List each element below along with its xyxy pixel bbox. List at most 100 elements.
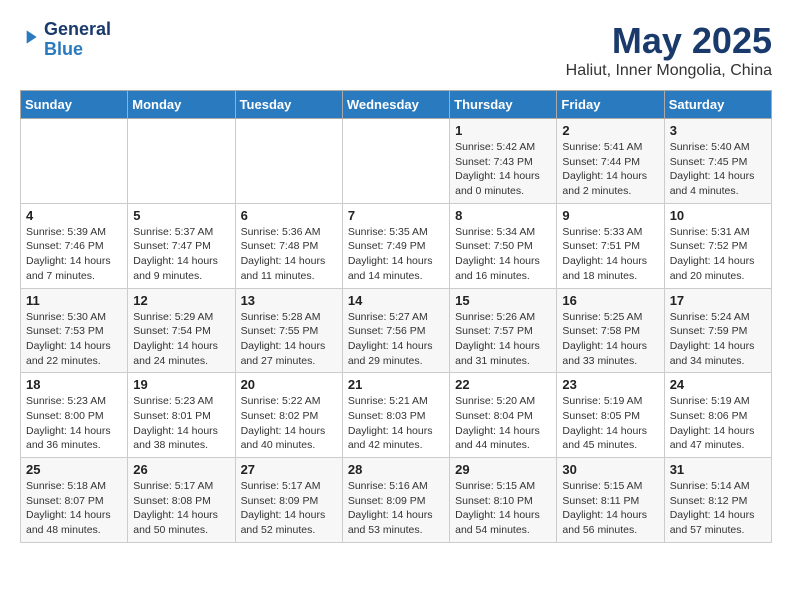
day-detail: Sunrise: 5:36 AM Sunset: 7:48 PM Dayligh… bbox=[241, 225, 337, 284]
day-number: 24 bbox=[670, 377, 766, 392]
calendar-cell: 6 Sunrise: 5:36 AM Sunset: 7:48 PM Daylig… bbox=[235, 203, 342, 288]
calendar-cell: 7Sunrise: 5:35 AM Sunset: 7:49 PM Daylig… bbox=[342, 203, 449, 288]
day-detail: Sunrise: 5:40 AM Sunset: 7:45 PM Dayligh… bbox=[670, 140, 766, 199]
day-number: 12 bbox=[133, 293, 229, 308]
day-number: 8 bbox=[455, 208, 551, 223]
calendar-cell: 13 Sunrise: 5:28 AM Sunset: 7:55 PM Dayli… bbox=[235, 288, 342, 373]
calendar-cell: 15 Sunrise: 5:26 AM Sunset: 7:57 PM Dayli… bbox=[450, 288, 557, 373]
dow-header: Tuesday bbox=[235, 91, 342, 119]
calendar-cell: 22 Sunrise: 5:20 AM Sunset: 8:04 PM Dayli… bbox=[450, 373, 557, 458]
day-detail: Sunrise: 5:23 AM Sunset: 8:01 PM Dayligh… bbox=[133, 394, 229, 453]
day-number: 26 bbox=[133, 462, 229, 477]
calendar-cell: 14 Sunrise: 5:27 AM Sunset: 7:56 PM Dayli… bbox=[342, 288, 449, 373]
calendar-table: SundayMondayTuesdayWednesdayThursdayFrid… bbox=[20, 90, 772, 543]
day-detail: Sunrise: 5:26 AM Sunset: 7:57 PM Dayligh… bbox=[455, 310, 551, 369]
day-number: 13 bbox=[241, 293, 337, 308]
calendar-cell: 8Sunrise: 5:34 AM Sunset: 7:50 PM Daylig… bbox=[450, 203, 557, 288]
calendar-week-row: 1 Sunrise: 5:42 AM Sunset: 7:43 PM Daylig… bbox=[21, 119, 772, 204]
page-header: General Blue May 2025 Haliut, Inner Mong… bbox=[20, 20, 772, 80]
logo-general: General bbox=[44, 19, 111, 39]
page-subtitle: Haliut, Inner Mongolia, China bbox=[566, 62, 772, 80]
day-number: 10 bbox=[670, 208, 766, 223]
day-number: 14 bbox=[348, 293, 444, 308]
logo-blue: Blue bbox=[44, 39, 83, 59]
calendar-cell: 10 Sunrise: 5:31 AM Sunset: 7:52 PM Dayli… bbox=[664, 203, 771, 288]
day-detail: Sunrise: 5:39 AM Sunset: 7:46 PM Dayligh… bbox=[26, 225, 122, 284]
day-number: 7 bbox=[348, 208, 444, 223]
calendar-cell: 24 Sunrise: 5:19 AM Sunset: 8:06 PM Dayli… bbox=[664, 373, 771, 458]
day-number: 25 bbox=[26, 462, 122, 477]
day-number: 21 bbox=[348, 377, 444, 392]
calendar-cell bbox=[128, 119, 235, 204]
title-block: May 2025 Haliut, Inner Mongolia, China bbox=[566, 20, 772, 80]
calendar-cell: 11 Sunrise: 5:30 AM Sunset: 7:53 PM Dayli… bbox=[21, 288, 128, 373]
day-number: 5 bbox=[133, 208, 229, 223]
day-number: 3 bbox=[670, 123, 766, 138]
day-detail: Sunrise: 5:29 AM Sunset: 7:54 PM Dayligh… bbox=[133, 310, 229, 369]
day-number: 31 bbox=[670, 462, 766, 477]
calendar-cell: 27Sunrise: 5:17 AM Sunset: 8:09 PM Dayli… bbox=[235, 458, 342, 543]
day-detail: Sunrise: 5:15 AM Sunset: 8:10 PM Dayligh… bbox=[455, 479, 551, 538]
day-number: 16 bbox=[562, 293, 658, 308]
calendar-cell: 9 Sunrise: 5:33 AM Sunset: 7:51 PM Daylig… bbox=[557, 203, 664, 288]
calendar-cell: 31 Sunrise: 5:14 AM Sunset: 8:12 PM Dayli… bbox=[664, 458, 771, 543]
day-detail: Sunrise: 5:37 AM Sunset: 7:47 PM Dayligh… bbox=[133, 225, 229, 284]
day-detail: Sunrise: 5:20 AM Sunset: 8:04 PM Dayligh… bbox=[455, 394, 551, 453]
page-title: May 2025 bbox=[566, 20, 772, 62]
calendar-cell: 5 Sunrise: 5:37 AM Sunset: 7:47 PM Daylig… bbox=[128, 203, 235, 288]
day-detail: Sunrise: 5:16 AM Sunset: 8:09 PM Dayligh… bbox=[348, 479, 444, 538]
day-detail: Sunrise: 5:41 AM Sunset: 7:44 PM Dayligh… bbox=[562, 140, 658, 199]
day-detail: Sunrise: 5:31 AM Sunset: 7:52 PM Dayligh… bbox=[670, 225, 766, 284]
day-number: 22 bbox=[455, 377, 551, 392]
day-detail: Sunrise: 5:19 AM Sunset: 8:05 PM Dayligh… bbox=[562, 394, 658, 453]
calendar-cell: 25 Sunrise: 5:18 AM Sunset: 8:07 PM Dayli… bbox=[21, 458, 128, 543]
day-number: 19 bbox=[133, 377, 229, 392]
calendar-week-row: 18Sunrise: 5:23 AM Sunset: 8:00 PM Dayli… bbox=[21, 373, 772, 458]
calendar-cell: 17Sunrise: 5:24 AM Sunset: 7:59 PM Dayli… bbox=[664, 288, 771, 373]
day-detail: Sunrise: 5:33 AM Sunset: 7:51 PM Dayligh… bbox=[562, 225, 658, 284]
calendar-week-row: 25 Sunrise: 5:18 AM Sunset: 8:07 PM Dayli… bbox=[21, 458, 772, 543]
dow-header: Friday bbox=[557, 91, 664, 119]
day-detail: Sunrise: 5:28 AM Sunset: 7:55 PM Dayligh… bbox=[241, 310, 337, 369]
day-detail: Sunrise: 5:18 AM Sunset: 8:07 PM Dayligh… bbox=[26, 479, 122, 538]
calendar-cell bbox=[21, 119, 128, 204]
calendar-cell: 18Sunrise: 5:23 AM Sunset: 8:00 PM Dayli… bbox=[21, 373, 128, 458]
day-number: 23 bbox=[562, 377, 658, 392]
day-number: 15 bbox=[455, 293, 551, 308]
day-number: 29 bbox=[455, 462, 551, 477]
calendar-cell: 4 Sunrise: 5:39 AM Sunset: 7:46 PM Daylig… bbox=[21, 203, 128, 288]
day-detail: Sunrise: 5:25 AM Sunset: 7:58 PM Dayligh… bbox=[562, 310, 658, 369]
dow-header: Monday bbox=[128, 91, 235, 119]
day-number: 20 bbox=[241, 377, 337, 392]
day-detail: Sunrise: 5:19 AM Sunset: 8:06 PM Dayligh… bbox=[670, 394, 766, 453]
day-number: 1 bbox=[455, 123, 551, 138]
calendar-cell: 30 Sunrise: 5:15 AM Sunset: 8:11 PM Dayli… bbox=[557, 458, 664, 543]
day-number: 30 bbox=[562, 462, 658, 477]
calendar-cell bbox=[235, 119, 342, 204]
calendar-week-row: 11 Sunrise: 5:30 AM Sunset: 7:53 PM Dayli… bbox=[21, 288, 772, 373]
calendar-cell: 21 Sunrise: 5:21 AM Sunset: 8:03 PM Dayli… bbox=[342, 373, 449, 458]
dow-header: Thursday bbox=[450, 91, 557, 119]
calendar-cell: 19 Sunrise: 5:23 AM Sunset: 8:01 PM Dayli… bbox=[128, 373, 235, 458]
day-number: 4 bbox=[26, 208, 122, 223]
calendar-cell: 23 Sunrise: 5:19 AM Sunset: 8:05 PM Dayli… bbox=[557, 373, 664, 458]
calendar-body: 1 Sunrise: 5:42 AM Sunset: 7:43 PM Daylig… bbox=[21, 119, 772, 543]
day-number: 6 bbox=[241, 208, 337, 223]
day-detail: Sunrise: 5:21 AM Sunset: 8:03 PM Dayligh… bbox=[348, 394, 444, 453]
day-number: 17 bbox=[670, 293, 766, 308]
day-detail: Sunrise: 5:42 AM Sunset: 7:43 PM Dayligh… bbox=[455, 140, 551, 199]
day-detail: Sunrise: 5:27 AM Sunset: 7:56 PM Dayligh… bbox=[348, 310, 444, 369]
day-number: 18 bbox=[26, 377, 122, 392]
day-number: 9 bbox=[562, 208, 658, 223]
calendar-cell: 16 Sunrise: 5:25 AM Sunset: 7:58 PM Dayli… bbox=[557, 288, 664, 373]
dow-header: Sunday bbox=[21, 91, 128, 119]
day-detail: Sunrise: 5:15 AM Sunset: 8:11 PM Dayligh… bbox=[562, 479, 658, 538]
logo: General Blue bbox=[20, 20, 111, 60]
day-number: 27 bbox=[241, 462, 337, 477]
day-number: 11 bbox=[26, 293, 122, 308]
day-detail: Sunrise: 5:30 AM Sunset: 7:53 PM Dayligh… bbox=[26, 310, 122, 369]
day-detail: Sunrise: 5:14 AM Sunset: 8:12 PM Dayligh… bbox=[670, 479, 766, 538]
calendar-cell: 3 Sunrise: 5:40 AM Sunset: 7:45 PM Daylig… bbox=[664, 119, 771, 204]
days-of-week-row: SundayMondayTuesdayWednesdayThursdayFrid… bbox=[21, 91, 772, 119]
day-detail: Sunrise: 5:17 AM Sunset: 8:08 PM Dayligh… bbox=[133, 479, 229, 538]
